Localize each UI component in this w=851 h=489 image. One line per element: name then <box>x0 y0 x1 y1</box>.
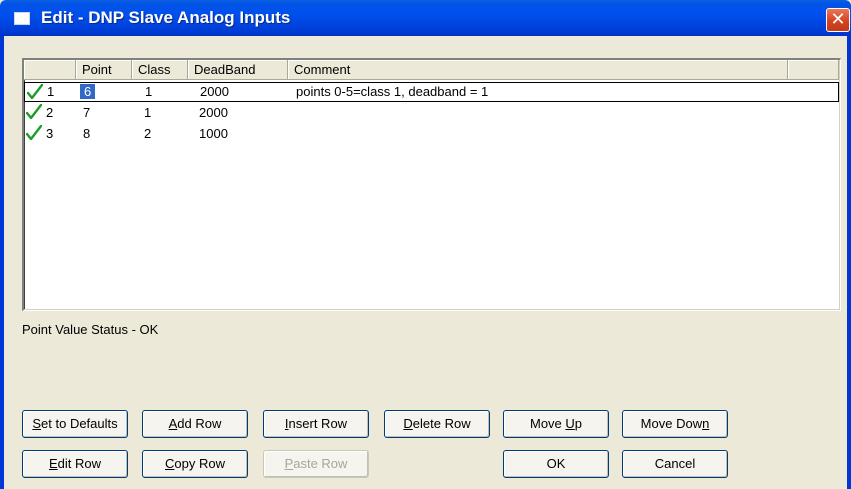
column-header-spacer <box>788 60 839 80</box>
table-row[interactable]: 1 6 1 2000 points 0-5=class 1, deadband … <box>24 82 839 102</box>
table-row[interactable]: 3 8 2 1000 <box>24 124 839 144</box>
delete-row-button[interactable]: Delete Row <box>384 410 490 438</box>
check-mark-icon <box>26 125 42 141</box>
button-accelerator: A <box>168 416 178 431</box>
button-label: Move Dow <box>640 416 703 431</box>
list-header: Point Class DeadBand Comment <box>24 60 839 80</box>
add-row-button[interactable]: Add Row <box>142 410 248 438</box>
button-label: et to Defaults <box>41 416 118 431</box>
button-accelerator: P <box>284 456 294 471</box>
column-header-class[interactable]: Class <box>132 60 188 80</box>
row-deadband-cell[interactable]: 2000 <box>199 103 228 123</box>
row-point-cell[interactable]: 7 <box>83 103 90 123</box>
close-icon: ✕ <box>830 9 846 30</box>
column-header-comment[interactable]: Comment <box>288 60 788 80</box>
row-index: 3 <box>46 126 54 141</box>
button-label: Cancel <box>654 456 696 471</box>
copy-row-button[interactable]: Copy Row <box>142 450 248 478</box>
button-accelerator: S <box>32 416 42 431</box>
button-label: dd Row <box>177 416 222 431</box>
row-index: 1 <box>47 84 55 99</box>
row-index: 2 <box>46 105 54 120</box>
ok-button[interactable]: OK <box>503 450 609 478</box>
button-label: opy Row <box>174 456 225 471</box>
row-point-cell[interactable]: 6 <box>80 84 96 99</box>
window-frame-right <box>847 36 851 489</box>
column-header-point[interactable]: Point <box>76 60 132 80</box>
button-accelerator: D <box>403 416 413 431</box>
button-label: dit Row <box>57 456 102 471</box>
point-value-status: Point Value Status - OK <box>22 322 159 337</box>
button-label: OK <box>546 456 566 471</box>
cancel-button[interactable]: Cancel <box>622 450 728 478</box>
row-class-cell[interactable]: 1 <box>144 103 151 123</box>
window-icon <box>14 12 30 25</box>
column-header-index[interactable] <box>24 60 76 80</box>
check-mark-icon <box>26 104 42 120</box>
move-up-button[interactable]: Move Up <box>503 410 609 438</box>
points-list[interactable]: Point Class DeadBand Comment 1 6 1 2000 … <box>22 58 841 311</box>
paste-row-button[interactable]: Paste Row <box>263 450 369 478</box>
window-frame-left <box>0 36 4 489</box>
button-label: elete Row <box>412 416 471 431</box>
row-class-cell[interactable]: 2 <box>144 124 151 144</box>
close-button[interactable]: ✕ <box>826 8 850 32</box>
row-comment-cell[interactable]: points 0-5=class 1, deadband = 1 <box>296 82 488 102</box>
button-accelerator: U <box>565 416 575 431</box>
button-accelerator: C <box>165 456 175 471</box>
button-accelerator: E <box>48 456 58 471</box>
edit-row-button[interactable]: Edit Row <box>22 450 128 478</box>
move-down-button[interactable]: Move Down <box>622 410 728 438</box>
button-label: aste Row <box>293 456 348 471</box>
row-deadband-cell[interactable]: 2000 <box>200 82 229 102</box>
row-class-cell[interactable]: 1 <box>145 82 152 102</box>
button-label: nsert Row <box>288 416 348 431</box>
set-to-defaults-button[interactable]: Set to Defaults <box>22 410 128 438</box>
row-point-cell[interactable]: 8 <box>83 124 90 144</box>
button-accelerator: n <box>702 416 710 431</box>
column-header-deadband[interactable]: DeadBand <box>188 60 288 80</box>
button-label: Move <box>529 416 566 431</box>
insert-row-button[interactable]: Insert Row <box>263 410 369 438</box>
button-label: p <box>574 416 583 431</box>
row-deadband-cell[interactable]: 1000 <box>199 124 228 144</box>
check-mark-icon <box>27 84 43 100</box>
window-title: Edit - DNP Slave Analog Inputs <box>41 8 291 27</box>
title-bar[interactable]: Edit - DNP Slave Analog Inputs ✕ <box>0 0 851 36</box>
table-row[interactable]: 2 7 1 2000 <box>24 103 839 123</box>
